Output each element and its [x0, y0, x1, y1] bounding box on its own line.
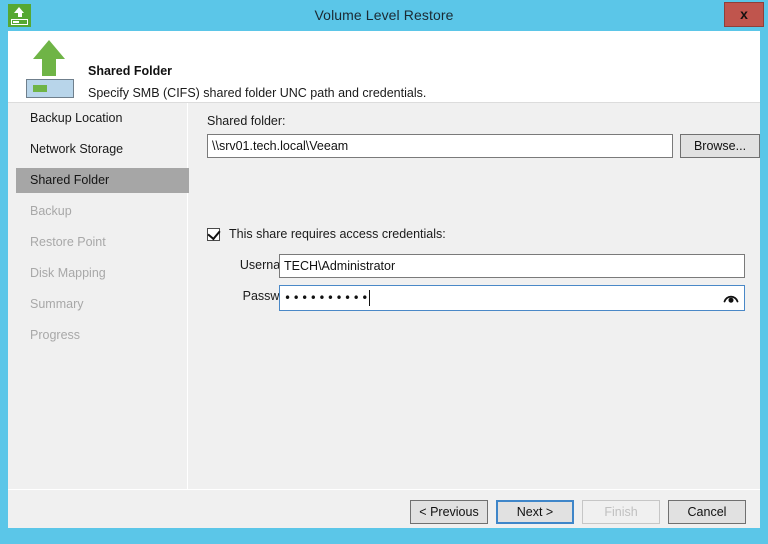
text-caret [369, 290, 370, 306]
sidebar-item-network-storage[interactable]: Network Storage [16, 137, 195, 162]
sidebar-item-restore-point[interactable]: Restore Point [16, 230, 195, 255]
page-subtitle: Specify SMB (CIFS) shared folder UNC pat… [88, 86, 426, 100]
password-masked-value: •••••••••• [284, 286, 370, 310]
sidebar-item-progress[interactable]: Progress [16, 323, 195, 348]
sidebar-item-summary[interactable]: Summary [16, 292, 195, 317]
window-title: Volume Level Restore [0, 0, 768, 31]
sidebar-item-shared-folder[interactable]: Shared Folder [16, 168, 195, 193]
wizard-footer: < Previous Next > Finish Cancel [8, 489, 760, 528]
cancel-button[interactable]: Cancel [668, 500, 746, 524]
username-input[interactable] [279, 254, 745, 278]
close-button[interactable]: x [724, 2, 764, 27]
shared-folder-form: Shared folder: Browse... This share requ… [189, 103, 760, 489]
page-title: Shared Folder [88, 64, 172, 78]
wizard-header: Shared Folder Specify SMB (CIFS) shared … [8, 31, 760, 103]
previous-button[interactable]: < Previous [410, 500, 488, 524]
credentials-checkbox-label: This share requires access credentials: [229, 227, 446, 241]
shared-folder-input[interactable] [207, 134, 673, 158]
shared-folder-label: Shared folder: [207, 114, 286, 128]
sidebar-item-disk-mapping[interactable]: Disk Mapping [16, 261, 195, 286]
sidebar-item-backup[interactable]: Backup [16, 199, 195, 224]
eye-icon[interactable] [722, 289, 740, 307]
credentials-checkbox-row[interactable]: This share requires access credentials: [207, 225, 446, 243]
password-input[interactable]: •••••••••• [279, 285, 745, 311]
checkmark-icon [207, 226, 220, 240]
wizard-body: Backup Location Network Storage Shared F… [8, 103, 760, 489]
browse-button[interactable]: Browse... [680, 134, 760, 158]
green-up-arrow-volume-icon [24, 37, 88, 99]
wizard-client-area: Shared Folder Specify SMB (CIFS) shared … [8, 31, 760, 528]
title-bar: Volume Level Restore x [0, 0, 768, 31]
finish-button: Finish [582, 500, 660, 524]
credentials-checkbox[interactable] [207, 228, 220, 241]
volume-fill-shape [33, 85, 47, 92]
arrow-head-shape [33, 40, 65, 59]
volume-level-restore-wizard-window: Volume Level Restore x Shared Folder Spe… [0, 0, 768, 544]
arrow-stem-shape [42, 58, 56, 76]
next-button[interactable]: Next > [496, 500, 574, 524]
sidebar-item-backup-location[interactable]: Backup Location [16, 106, 195, 131]
wizard-step-sidebar: Backup Location Network Storage Shared F… [8, 103, 188, 489]
